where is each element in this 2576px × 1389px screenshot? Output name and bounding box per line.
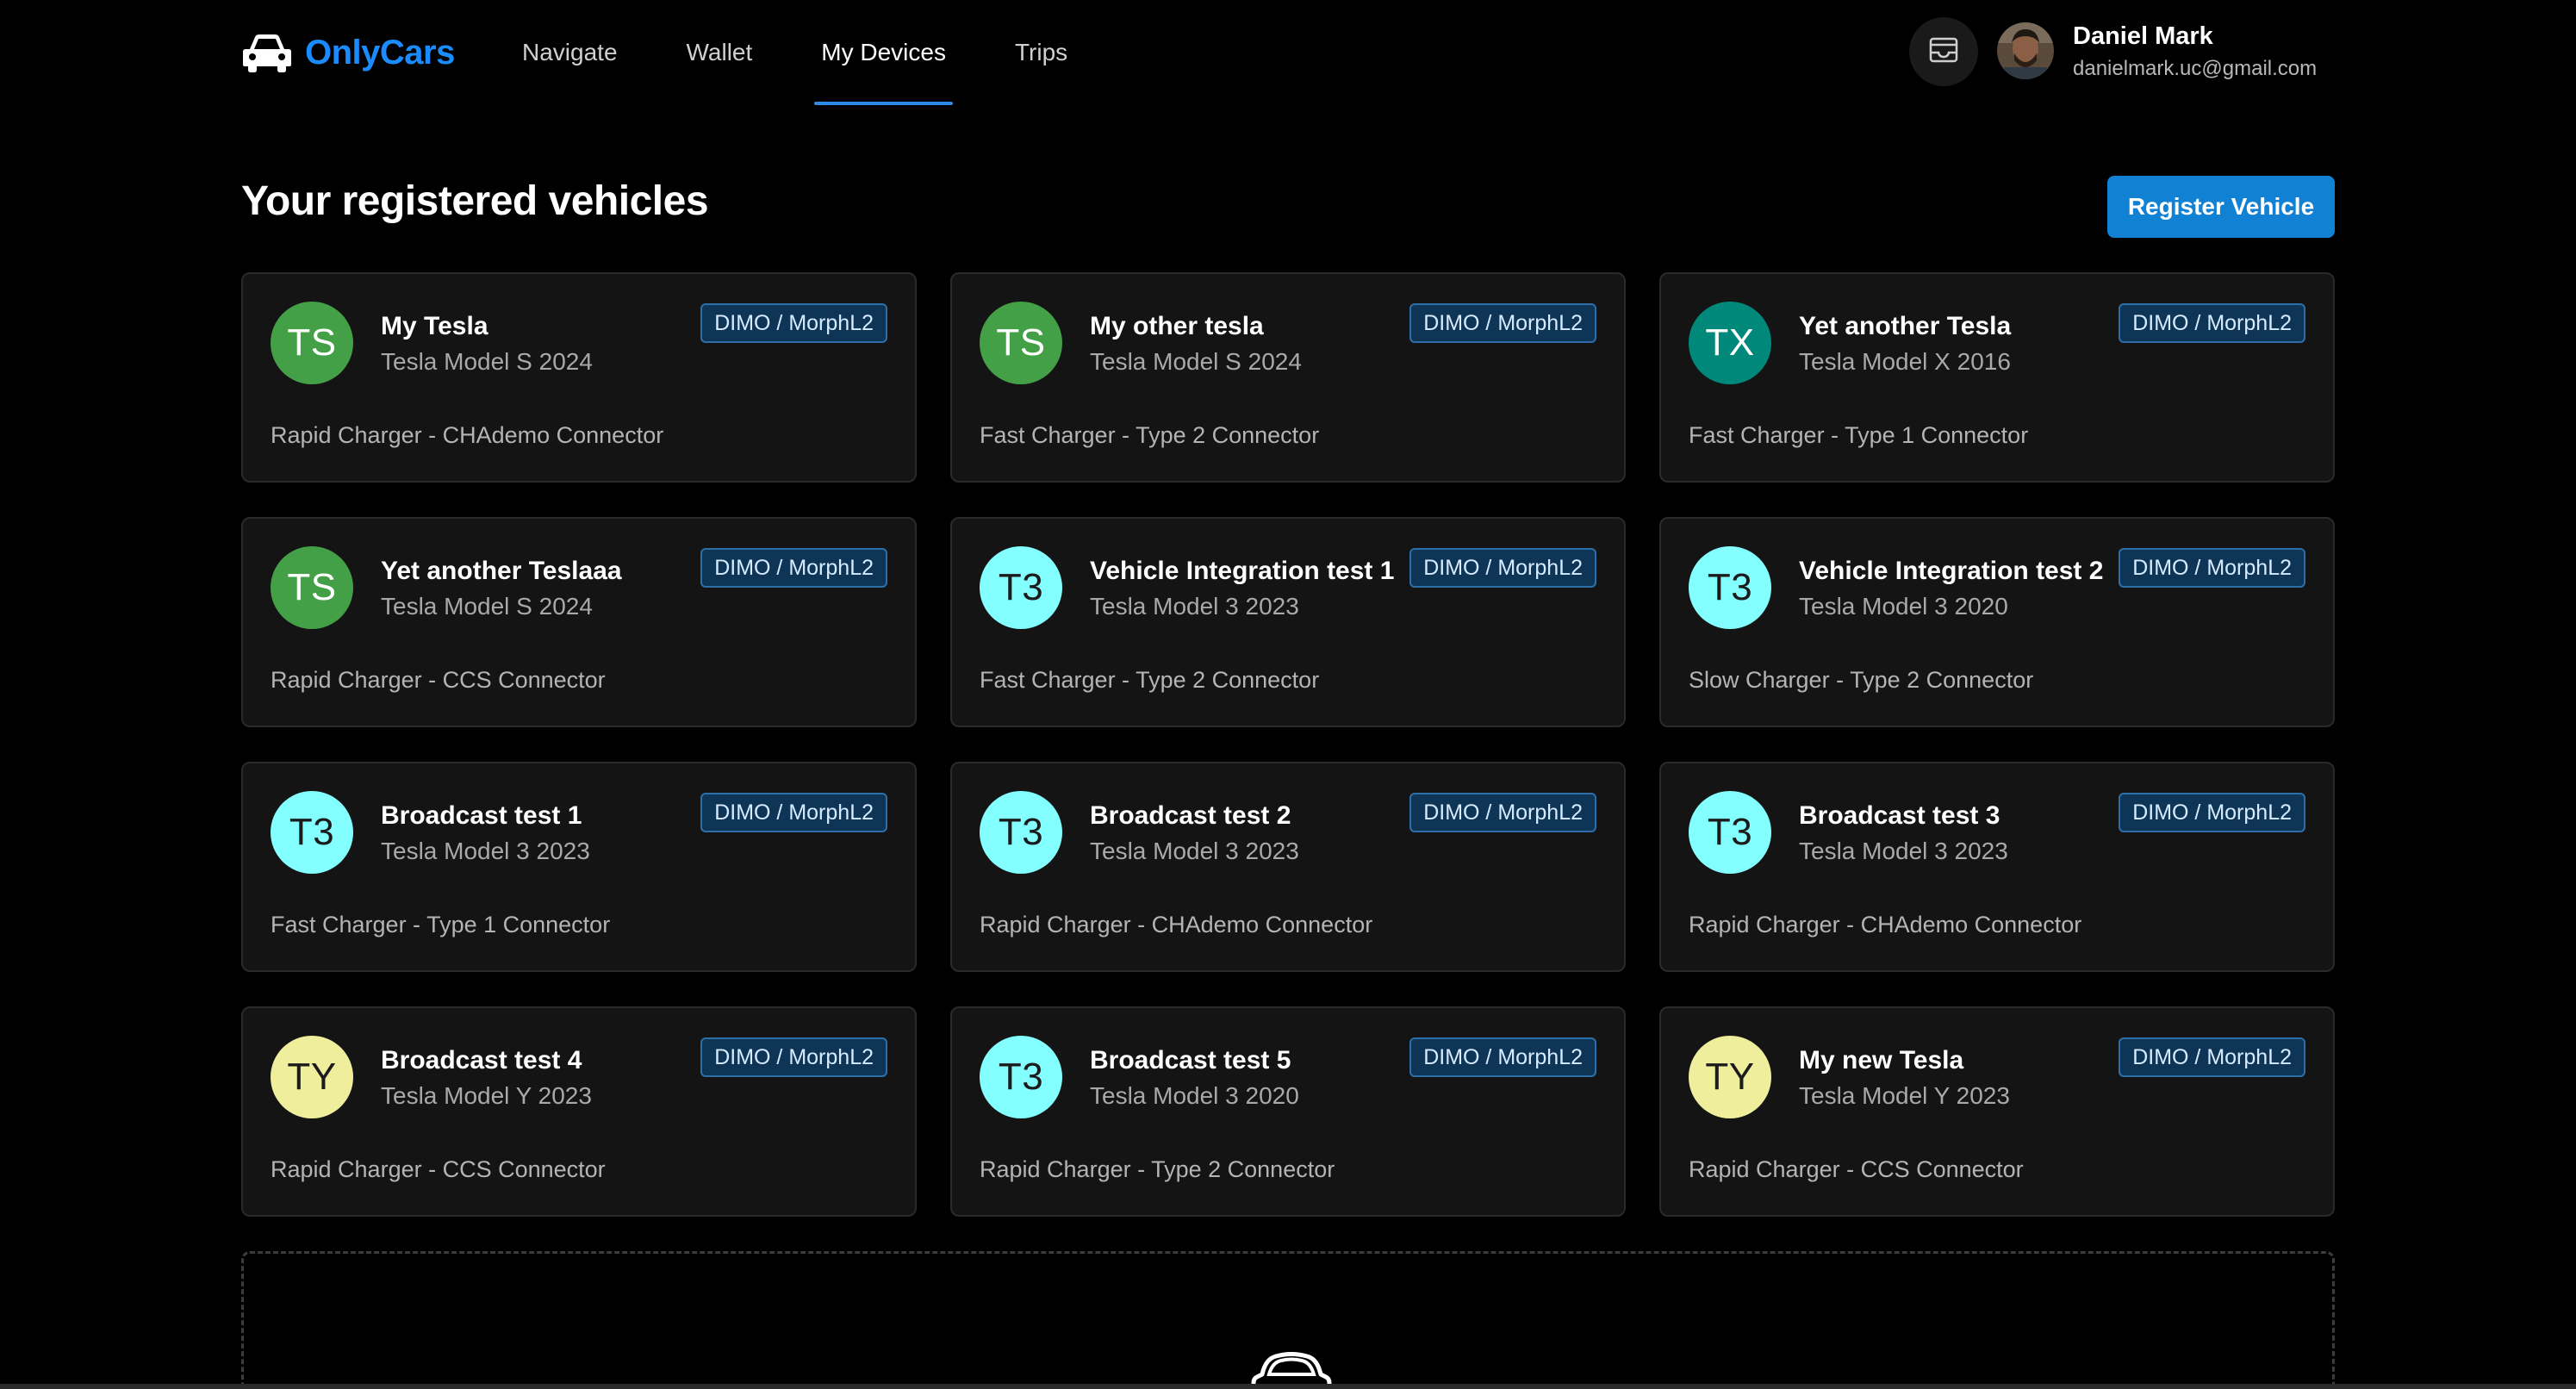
vehicle-model: Tesla Model S 2024: [381, 593, 593, 620]
window-bottom-edge: [0, 1384, 2576, 1389]
vehicle-model: Tesla Model Y 2023: [1799, 1082, 2010, 1109]
vehicle-charger: Fast Charger - Type 2 Connector: [980, 667, 1320, 693]
vehicle-charger: Rapid Charger - Type 2 Connector: [980, 1156, 1335, 1182]
vehicle-avatar: T3: [271, 791, 353, 874]
vehicle-card[interactable]: TY Broadcast test 4 Tesla Model Y 2023 DIMO…: [241, 1006, 917, 1217]
vehicle-model: Tesla Model 3 2023: [1799, 838, 2008, 864]
nav-item-my-devices[interactable]: My Devices: [814, 0, 953, 105]
vehicle-avatar: TX: [1689, 302, 1771, 384]
vehicle-grid: TS My Tesla Tesla Model S 2024 DIMO / Morph…: [241, 272, 2335, 1217]
vehicle-avatar: T3: [980, 1036, 1062, 1118]
vehicle-name: Broadcast test 3: [1799, 801, 2000, 830]
vehicle-model: Tesla Model 3 2023: [1090, 593, 1299, 620]
vehicle-card[interactable]: TS Yet another Teslaaa Tesla Model S 2024 D…: [241, 517, 917, 727]
vehicle-model: Tesla Model X 2016: [1799, 348, 2011, 375]
vehicle-card[interactable]: T3 Broadcast test 2 Tesla Model 3 2023 DIMO…: [950, 762, 1626, 972]
vehicle-model: Tesla Model S 2024: [1090, 348, 1302, 375]
vehicle-model: Tesla Model Y 2023: [381, 1082, 592, 1109]
main-nav: Navigate Wallet My Devices Trips: [515, 0, 1129, 109]
vehicle-model: Tesla Model 3 2023: [381, 838, 590, 864]
vehicle-card[interactable]: T3 Broadcast test 3 Tesla Model 3 2023 DIMO…: [1659, 762, 2335, 972]
vehicle-charger: Fast Charger - Type 1 Connector: [271, 912, 611, 937]
vehicle-charger: Rapid Charger - CHAdemo Connector: [980, 912, 1373, 937]
vehicle-name: Vehicle Integration test 2: [1799, 557, 2104, 585]
vehicle-name: Broadcast test 1: [381, 801, 582, 830]
vehicle-avatar: TS: [271, 302, 353, 384]
network-badge: DIMO / MorphL2: [700, 1037, 887, 1077]
vehicle-name: Broadcast test 2: [1090, 801, 1291, 830]
add-vehicle-area[interactable]: [241, 1251, 2335, 1389]
network-badge: DIMO / MorphL2: [2119, 303, 2305, 343]
vehicle-avatar: TS: [271, 546, 353, 629]
page: OnlyCars Navigate Wallet My Devices Trip…: [0, 0, 2576, 1389]
nav-item-navigate[interactable]: Navigate: [515, 0, 625, 105]
inbox-icon: [1927, 34, 1960, 71]
vehicle-avatar: TY: [1689, 1036, 1771, 1118]
vehicle-card[interactable]: TY My new Tesla Tesla Model Y 2023 DIMO / M…: [1659, 1006, 2335, 1217]
vehicle-card[interactable]: TS My Tesla Tesla Model S 2024 DIMO / Morph…: [241, 272, 917, 483]
vehicle-name: Broadcast test 5: [1090, 1046, 1291, 1074]
vehicle-name: Vehicle Integration test 1: [1090, 557, 1395, 585]
vehicle-model: Tesla Model 3 2023: [1090, 838, 1299, 864]
vehicle-model: Tesla Model 3 2020: [1799, 593, 2008, 620]
vehicle-charger: Rapid Charger - CHAdemo Connector: [271, 422, 664, 448]
page-title: Your registered vehicles: [241, 178, 709, 224]
network-badge: DIMO / MorphL2: [700, 793, 887, 832]
vehicle-name: Yet another Teslaaa: [381, 557, 622, 585]
vehicle-card[interactable]: T3 Vehicle Integration test 2 Tesla Model …: [1659, 517, 2335, 727]
vehicle-charger: Rapid Charger - CCS Connector: [271, 1156, 606, 1182]
vehicle-card[interactable]: TS My other tesla Tesla Model S 2024 DIMO /…: [950, 272, 1626, 483]
vehicle-model: Tesla Model 3 2020: [1090, 1082, 1299, 1109]
brand-logo[interactable]: OnlyCars: [241, 26, 455, 79]
car-icon: [241, 30, 293, 75]
vehicle-card[interactable]: TX Yet another Tesla Tesla Model X 2016 DIM…: [1659, 272, 2335, 483]
user-email: danielmark.uc@gmail.com: [2073, 57, 2318, 80]
network-badge: DIMO / MorphL2: [1409, 1037, 1596, 1077]
vehicle-avatar: TY: [271, 1036, 353, 1118]
top-navbar: OnlyCars Navigate Wallet My Devices Trip…: [241, 0, 2335, 109]
network-badge: DIMO / MorphL2: [700, 303, 887, 343]
user-avatar[interactable]: [1997, 22, 2054, 79]
network-badge: DIMO / MorphL2: [700, 548, 887, 588]
inbox-button[interactable]: [1909, 17, 1978, 86]
vehicle-avatar: T3: [980, 546, 1062, 629]
network-badge: DIMO / MorphL2: [1409, 303, 1596, 343]
nav-item-trips[interactable]: Trips: [1008, 0, 1074, 105]
register-vehicle-button[interactable]: Register Vehicle: [2107, 176, 2335, 238]
vehicle-name: My Tesla: [381, 312, 488, 340]
vehicle-card[interactable]: T3 Broadcast test 1 Tesla Model 3 2023 DIMO…: [241, 762, 917, 972]
brand-name: OnlyCars: [305, 33, 455, 72]
vehicle-charger: Rapid Charger - CCS Connector: [271, 667, 606, 693]
network-badge: DIMO / MorphL2: [2119, 793, 2305, 832]
vehicle-card[interactable]: T3 Broadcast test 5 Tesla Model 3 2020 DIMO…: [950, 1006, 1626, 1217]
vehicle-avatar: TS: [980, 302, 1062, 384]
vehicle-avatar: T3: [980, 791, 1062, 874]
vehicle-charger: Rapid Charger - CCS Connector: [1689, 1156, 2024, 1182]
vehicle-charger: Slow Charger - Type 2 Connector: [1689, 667, 2034, 693]
vehicle-model: Tesla Model S 2024: [381, 348, 593, 375]
vehicle-charger: Fast Charger - Type 2 Connector: [980, 422, 1320, 448]
network-badge: DIMO / MorphL2: [2119, 548, 2305, 588]
vehicle-name: My new Tesla: [1799, 1046, 1964, 1074]
user-name: Daniel Mark: [2073, 22, 2213, 50]
car-icon: [1250, 1349, 1333, 1389]
vehicle-name: Broadcast test 4: [381, 1046, 582, 1074]
vehicle-name: My other tesla: [1090, 312, 1264, 340]
nav-item-wallet[interactable]: Wallet: [680, 0, 760, 105]
vehicle-avatar: T3: [1689, 791, 1771, 874]
vehicle-charger: Rapid Charger - CHAdemo Connector: [1689, 912, 2082, 937]
vehicle-card[interactable]: T3 Vehicle Integration test 1 Tesla Model …: [950, 517, 1626, 727]
network-badge: DIMO / MorphL2: [1409, 793, 1596, 832]
vehicle-name: Yet another Tesla: [1799, 312, 2012, 340]
network-badge: DIMO / MorphL2: [2119, 1037, 2305, 1077]
network-badge: DIMO / MorphL2: [1409, 548, 1596, 588]
vehicle-charger: Fast Charger - Type 1 Connector: [1689, 422, 2029, 448]
vehicle-avatar: T3: [1689, 546, 1771, 629]
